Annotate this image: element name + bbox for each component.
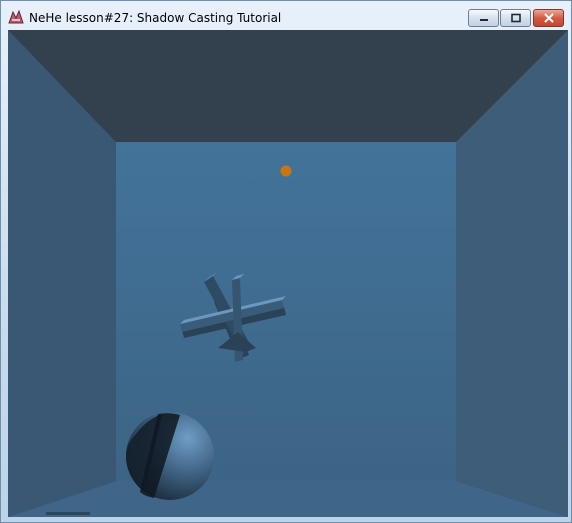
scene-canvas (8, 30, 568, 517)
title-bar[interactable]: NeHe lesson#27: Shadow Casting Tutorial (1, 1, 571, 31)
close-icon (543, 13, 554, 23)
nehe-app-icon[interactable] (7, 9, 25, 25)
maximize-icon (510, 13, 521, 23)
window-title: NeHe lesson#27: Shadow Casting Tutorial (29, 11, 282, 25)
light-source (280, 165, 292, 177)
app-window: NeHe lesson#27: Shadow Casting Tutorial (0, 0, 572, 523)
opengl-viewport[interactable] (8, 30, 568, 517)
minimize-icon (479, 19, 488, 21)
minimize-button[interactable] (468, 9, 499, 27)
floor-shadow-mark (46, 512, 90, 515)
close-button[interactable] (533, 9, 564, 27)
sphere-object (126, 412, 214, 500)
maximize-button[interactable] (500, 9, 531, 27)
